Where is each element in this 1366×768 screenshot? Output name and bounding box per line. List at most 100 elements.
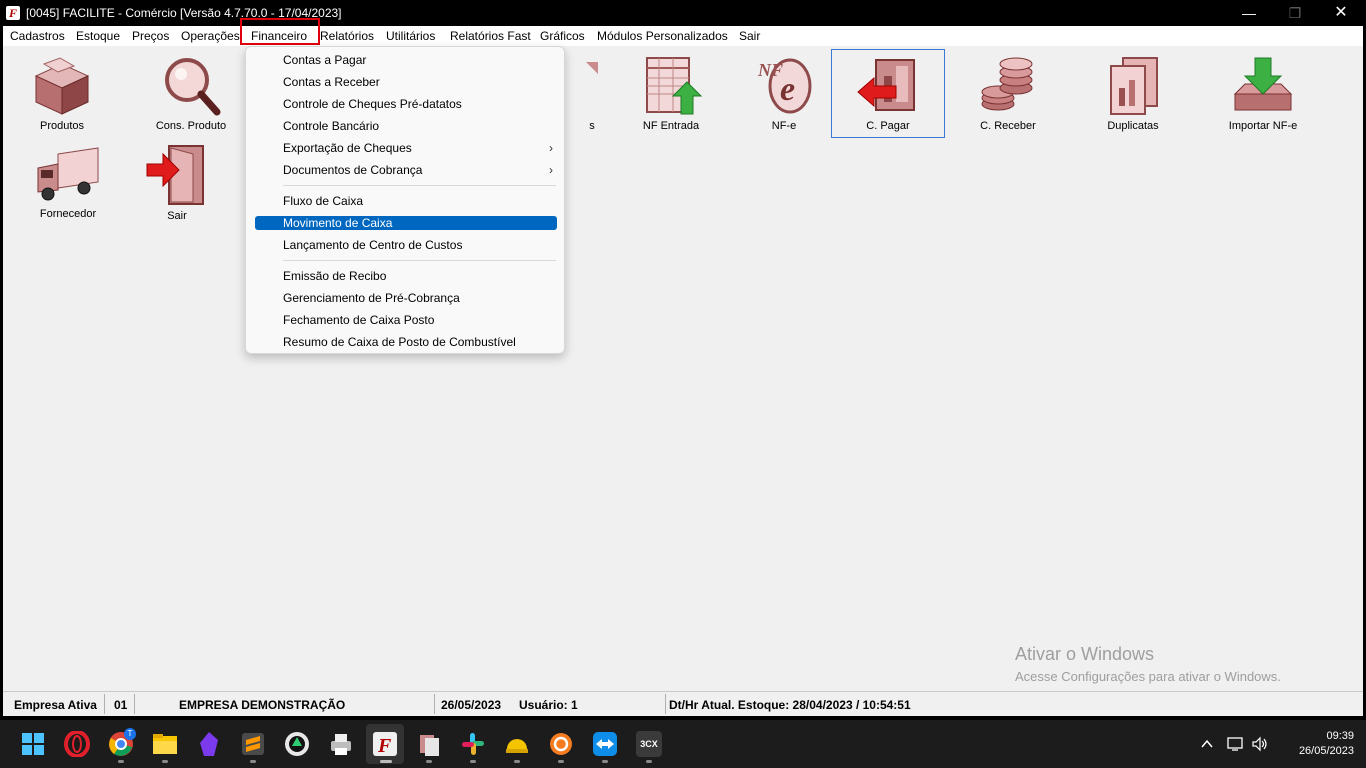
menu-item-contas-a-receber[interactable]: Contas a Receber (255, 75, 557, 89)
volume-icon[interactable] (1251, 736, 1269, 752)
menu-item-label: Contas a Receber (283, 75, 380, 89)
running-indicator (646, 760, 652, 763)
menu-item-fechamento-caixa-posto[interactable]: Fechamento de Caixa Posto (255, 313, 557, 327)
obsidian-icon[interactable] (196, 731, 222, 757)
clock-date: 26/05/2023 (1298, 745, 1354, 757)
network-icon[interactable] (1227, 736, 1245, 752)
running-indicator (602, 760, 608, 763)
svg-text:F: F (377, 735, 392, 757)
menu-item-fluxo-de-caixa[interactable]: Fluxo de Caixa (255, 194, 557, 208)
toolbar-label: Sair (167, 210, 187, 222)
browser-icon[interactable] (284, 731, 310, 757)
invoice-in-icon (646, 57, 703, 115)
duplicates-icon (1110, 57, 1158, 115)
slack-icon[interactable] (460, 731, 486, 757)
financeiro-dropdown: Contas a Pagar Contas a Receber Controle… (245, 46, 565, 354)
system-clock[interactable]: 09:39 26/05/2023 (1278, 729, 1354, 759)
chrome-badge: T (124, 728, 136, 740)
menu-graficos[interactable]: Gráficos (540, 29, 585, 43)
sync-icon[interactable] (548, 731, 574, 757)
menu-estoque[interactable]: Estoque (76, 29, 120, 43)
menu-relatorios[interactable]: Relatórios (320, 29, 374, 43)
menu-item-exportacao-de-cheques[interactable]: Exportação de Cheques › (255, 141, 557, 155)
toolbar-duplicatas[interactable]: Duplicatas (1078, 54, 1188, 132)
helmet-app-icon[interactable] (504, 731, 530, 757)
toolbar-sair[interactable]: Sair (122, 142, 232, 222)
running-indicator (558, 760, 564, 763)
toolbar-label: C. Receber (980, 120, 1036, 132)
chevron-up-icon[interactable] (1200, 737, 1214, 751)
file-explorer-icon[interactable] (152, 731, 178, 757)
menu-item-label: Controle Bancário (283, 119, 380, 133)
minimize-button[interactable]: — (1226, 0, 1272, 26)
toolbar-label: NF-e (771, 120, 797, 132)
activation-watermark-title: Ativar o Windows (1015, 644, 1155, 664)
menu-item-label: Fechamento de Caixa Posto (283, 313, 435, 327)
3cx-icon[interactable]: 3CX (636, 731, 662, 757)
menu-modulos-personalizados[interactable]: Módulos Personalizados (597, 29, 728, 43)
svg-text:e: e (780, 71, 795, 108)
toolbar-label: Duplicatas (1107, 120, 1159, 132)
taskbar: T F 3CX 09:39 26/05/2023 (0, 720, 1366, 768)
menu-item-contas-a-pagar[interactable]: Contas a Pagar (255, 53, 557, 67)
menu-item-resumo-caixa-posto[interactable]: Resumo de Caixa de Posto de Combustível (255, 335, 557, 349)
menu-item-gerenciamento-pre-cobranca[interactable]: Gerenciamento de Pré-Cobrança (255, 291, 557, 305)
toolbar-c-receber[interactable]: C. Receber (953, 54, 1063, 132)
menu-precos[interactable]: Preços (132, 29, 169, 43)
menu-item-label: Emissão de Recibo (283, 269, 387, 283)
sublime-icon[interactable] (240, 731, 266, 757)
teamviewer-icon[interactable] (592, 731, 618, 757)
running-indicator (250, 760, 256, 763)
exit-door-icon (146, 145, 204, 205)
menu-relatorios-fast[interactable]: Relatórios Fast (450, 29, 531, 43)
toolbar-produtos[interactable]: Produtos (7, 54, 117, 132)
menu-item-label: Documentos de Cobrança (283, 163, 423, 177)
toolbar-cons-produto[interactable]: Cons. Produto (136, 54, 246, 132)
menu-sair[interactable]: Sair (739, 29, 760, 43)
status-bar: Empresa Ativa 01 EMPRESA DEMONSTRAÇÃO 26… (3, 691, 1363, 716)
coins-icon (981, 57, 1033, 111)
printer-icon[interactable] (328, 731, 354, 757)
menu-item-label: Resumo de Caixa de Posto de Combustível (283, 335, 516, 349)
toolbar-c-pagar[interactable]: C. Pagar (833, 54, 943, 132)
menu-item-documentos-de-cobranca[interactable]: Documentos de Cobrança › (255, 163, 557, 177)
toolbar-importar-nf-e[interactable]: Importar NF-e (1208, 54, 1318, 132)
menu-item-lancamento-centro-custos[interactable]: Lançamento de Centro de Custos (255, 238, 557, 252)
import-icon (1233, 57, 1293, 111)
toolbar-label: Fornecedor (39, 208, 97, 220)
toolbar-nf-e[interactable]: NF e NF-e (729, 54, 839, 132)
clock-time: 09:39 (1326, 730, 1354, 742)
menu-item-emissao-de-recibo[interactable]: Emissão de Recibo (255, 269, 557, 283)
box-icon (34, 57, 90, 115)
running-indicator (426, 760, 432, 763)
status-data: 26/05/2023 (441, 698, 502, 712)
running-indicator (380, 760, 392, 763)
menu-utilitarios[interactable]: Utilitários (386, 29, 435, 43)
files-app-icon[interactable] (416, 731, 442, 757)
nfe-icon: NF e (757, 58, 812, 114)
app-icon[interactable]: F (6, 6, 20, 20)
magnifier-icon (165, 58, 221, 116)
menu-item-controle-de-cheques[interactable]: Controle de Cheques Pré-datatos (255, 97, 557, 111)
status-divider (104, 694, 105, 714)
windows-start-icon[interactable] (20, 731, 46, 757)
menu-cadastros[interactable]: Cadastros (10, 29, 65, 43)
menu-item-label: Movimento de Caixa (283, 216, 393, 230)
status-empresa-label: Empresa Ativa (14, 698, 97, 712)
menu-item-controle-bancario[interactable]: Controle Bancário (255, 119, 557, 133)
truck-icon (37, 147, 99, 201)
toolbar-fornecedor[interactable]: Fornecedor (13, 146, 123, 220)
maximize-button[interactable]: ❐ (1272, 0, 1318, 26)
opera-icon[interactable] (64, 731, 90, 757)
status-empresa-codigo: 01 (114, 698, 128, 712)
payable-icon (857, 59, 915, 111)
status-divider (665, 694, 666, 714)
toolbar-label: Produtos (39, 120, 85, 132)
status-usuario: Usuário: 1 (519, 698, 578, 712)
facilite-icon[interactable]: F (372, 731, 398, 757)
close-button[interactable]: ✕ (1318, 0, 1364, 26)
menu-operacoes[interactable]: Operações (181, 29, 240, 43)
client-area: Produtos Cons. Produto s NF Entrada NF e… (3, 46, 1363, 691)
toolbar-nf-entrada[interactable]: NF Entrada (616, 54, 726, 132)
menu-item-movimento-de-caixa[interactable]: Movimento de Caixa (255, 216, 557, 230)
